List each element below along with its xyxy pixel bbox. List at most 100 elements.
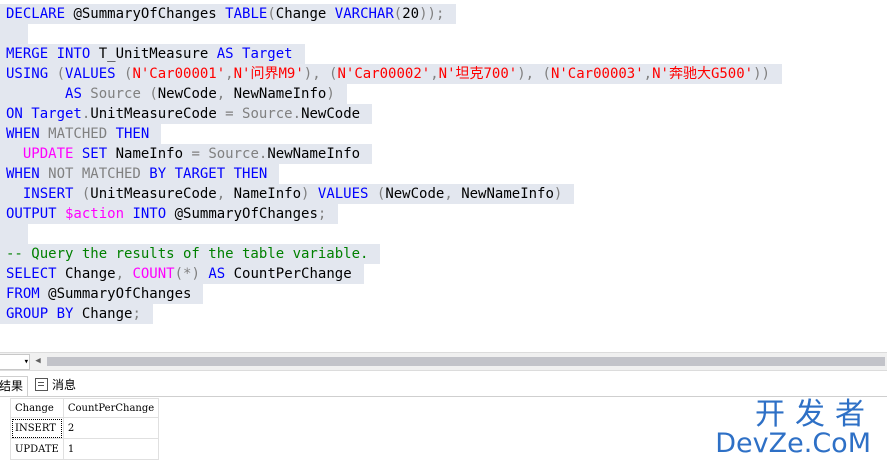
code-token: AS bbox=[216, 46, 234, 62]
watermark-cn-text: 开发者 bbox=[755, 397, 875, 432]
tab-messages[interactable]: 消息 bbox=[31, 376, 80, 395]
code-line[interactable]: WHEN NOT MATCHED BY TARGET THEN bbox=[0, 164, 280, 184]
code-token: N'问界M9' bbox=[233, 66, 304, 82]
code-token: NameInfo bbox=[233, 186, 302, 202]
column-header-change[interactable]: Change bbox=[10, 398, 64, 418]
code-token: AS bbox=[65, 86, 82, 102]
code-line[interactable]: WHEN MATCHED THEN bbox=[0, 124, 162, 144]
code-token: ( bbox=[115, 66, 133, 82]
watermark-logo: 开发者 DevZe.CoM bbox=[715, 397, 879, 460]
tab-results[interactable]: 结果 bbox=[0, 376, 29, 396]
code-token: CountPerChange bbox=[225, 266, 352, 282]
scroll-thumb[interactable] bbox=[47, 357, 885, 366]
grid-header-row: Change CountPerChange bbox=[10, 398, 160, 418]
code-token: = bbox=[191, 146, 200, 162]
code-token: VALUES bbox=[317, 186, 369, 202]
code-line[interactable]: FROM @SummaryOfChanges bbox=[0, 284, 204, 304]
code-token: ), ( bbox=[303, 66, 338, 82]
code-line[interactable]: AS Source (NewCode, NewNameInfo) bbox=[0, 84, 347, 104]
code-token: SELECT bbox=[6, 266, 57, 282]
code-token: NewNameInfo bbox=[267, 146, 361, 162]
column-header-countperchange[interactable]: CountPerChange bbox=[62, 398, 160, 418]
code-token: ( bbox=[48, 66, 66, 82]
tab-messages-label: 消息 bbox=[52, 378, 77, 392]
results-grid[interactable]: Change CountPerChange INSERT 2 UPDATE 1 bbox=[10, 398, 160, 460]
cell-count[interactable]: 1 bbox=[62, 438, 160, 460]
cell-change[interactable]: UPDATE bbox=[10, 438, 64, 460]
code-token: , bbox=[216, 86, 234, 102]
code-line[interactable]: UPDATE SET NameInfo = Source.NewNameInfo bbox=[0, 144, 373, 164]
code-token: , bbox=[216, 186, 234, 202]
code-token: TABLE bbox=[225, 6, 268, 22]
code-token: . bbox=[292, 106, 302, 122]
code-token: ( bbox=[267, 6, 276, 22]
code-line[interactable]: USING (VALUES (N'Car00001',N'问界M9'), (N'… bbox=[0, 64, 782, 84]
code-token: WHEN bbox=[6, 126, 40, 142]
code-token: , bbox=[430, 66, 439, 82]
code-token: Source bbox=[233, 106, 293, 122]
code-line[interactable]: OUTPUT $action INTO @SummaryOfChanges; bbox=[0, 204, 339, 224]
code-line[interactable]: SELECT Change, COUNT(*) AS CountPerChang… bbox=[0, 264, 364, 284]
code-token: ( bbox=[393, 6, 403, 22]
code-token: NewCode bbox=[385, 186, 445, 202]
cell-change[interactable]: INSERT bbox=[10, 417, 64, 439]
code-token: NewCode bbox=[157, 86, 217, 102]
code-token: ; bbox=[132, 306, 141, 322]
code-line[interactable]: INSERT (UnitMeasureCode, NameInfo) VALUE… bbox=[0, 184, 575, 204]
code-token: N'奔驰大G500' bbox=[652, 66, 754, 82]
results-tabs: 结果 消息 bbox=[0, 374, 887, 397]
code-token: USING bbox=[6, 66, 49, 82]
code-token: T_UnitMeasure bbox=[90, 46, 217, 62]
code-token: NameInfo bbox=[107, 146, 192, 162]
code-token: NewCode bbox=[301, 106, 361, 122]
code-token: @SummaryOfChanges bbox=[166, 206, 318, 222]
code-line[interactable]: MERGE INTO T_UnitMeasure AS Target bbox=[0, 44, 305, 64]
sql-editor[interactable]: DECLARE @SummaryOfChanges TABLE(Change V… bbox=[0, 0, 887, 352]
code-token: N'Car00003' bbox=[550, 66, 644, 82]
code-token: )) bbox=[753, 66, 770, 82]
cell-count[interactable]: 2 bbox=[62, 417, 160, 439]
code-token: Change bbox=[275, 6, 335, 22]
code-token: BY TARGET THEN bbox=[149, 166, 268, 182]
code-token: (*) bbox=[174, 266, 200, 282]
code-token: Source bbox=[199, 146, 259, 162]
selection-highlight bbox=[0, 24, 28, 44]
code-token: ) bbox=[553, 186, 563, 202]
code-token: N'Car00002' bbox=[337, 66, 431, 82]
horizontal-scrollbar[interactable]: ▾ ◀ bbox=[0, 352, 887, 371]
code-token: $action bbox=[56, 206, 125, 222]
code-token: Target bbox=[233, 46, 293, 62]
code-line[interactable]: DECLARE @SummaryOfChanges TABLE(Change V… bbox=[0, 4, 457, 24]
code-token: WHEN bbox=[6, 166, 40, 182]
code-token: )); bbox=[419, 6, 445, 22]
code-token: -- Query the results of the table variab… bbox=[6, 246, 369, 262]
code-token: Change bbox=[73, 306, 133, 322]
code-token: UPDATE bbox=[22, 146, 74, 162]
code-token: ) bbox=[326, 86, 335, 102]
code-token: ( bbox=[73, 186, 91, 202]
code-line[interactable]: ON Target.UnitMeasureCode = Source.NewCo… bbox=[0, 104, 373, 124]
table-row[interactable]: INSERT 2 bbox=[10, 417, 160, 439]
scroll-left-icon[interactable]: ◀ bbox=[32, 355, 44, 368]
code-token: @SummaryOfChanges bbox=[65, 6, 226, 22]
tab-results-label: 结果 bbox=[0, 379, 24, 393]
table-row[interactable]: UPDATE 1 bbox=[10, 438, 160, 460]
code-token: NewNameInfo bbox=[233, 86, 327, 102]
code-token: ), ( bbox=[517, 66, 551, 82]
code-token: ( bbox=[368, 186, 386, 202]
code-token: ) bbox=[301, 186, 318, 202]
code-line[interactable]: -- Query the results of the table variab… bbox=[0, 244, 381, 264]
code-token: MATCHED bbox=[39, 126, 116, 142]
code-token: ON bbox=[6, 106, 23, 122]
code-token: FROM bbox=[6, 286, 40, 302]
zoom-dropdown[interactable]: ▾ bbox=[0, 354, 30, 370]
code-token: UnitMeasureCode bbox=[90, 186, 217, 202]
code-token: Source bbox=[81, 86, 150, 102]
code-token: 20 bbox=[402, 6, 420, 22]
code-line[interactable]: GROUP BY Change; bbox=[0, 304, 153, 324]
code-token: ; bbox=[317, 206, 327, 222]
watermark-en-text: DevZe.CoM bbox=[715, 428, 871, 459]
code-token: UnitMeasureCode bbox=[90, 106, 226, 122]
